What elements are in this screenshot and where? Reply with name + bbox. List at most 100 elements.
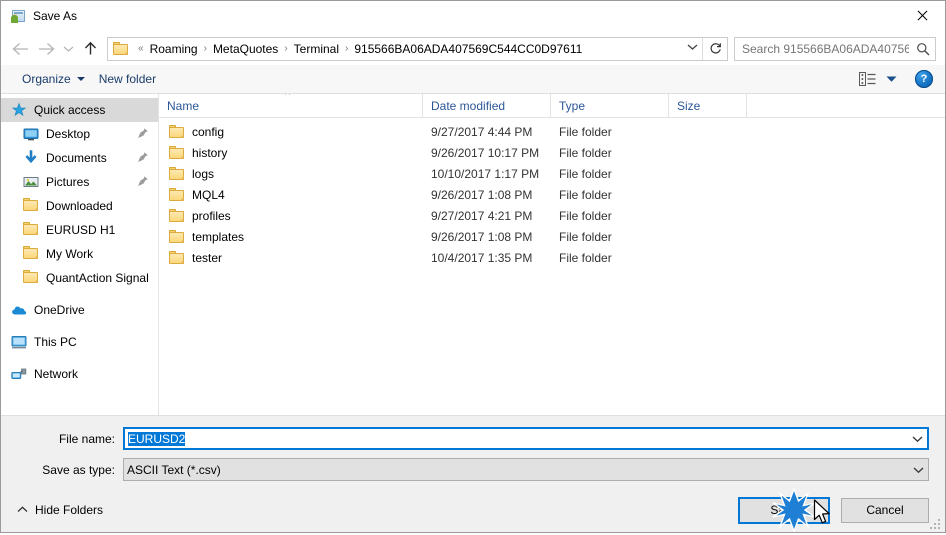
column-label: Type bbox=[559, 98, 586, 113]
file-name: logs bbox=[192, 166, 215, 181]
save-as-type-combobox[interactable]: ASCII Text (*.csv) bbox=[123, 458, 929, 481]
sidebar-item-this-pc[interactable]: This PC bbox=[1, 330, 158, 354]
folder-icon bbox=[23, 270, 39, 286]
desktop-icon bbox=[23, 126, 39, 142]
folder-icon bbox=[169, 230, 185, 243]
folder-icon bbox=[169, 209, 185, 222]
table-row[interactable]: config 9/27/2017 4:44 PM File folder bbox=[159, 121, 945, 142]
sidebar-item-label: QuantAction Signal bbox=[46, 271, 149, 285]
cell-type: File folder bbox=[559, 250, 612, 265]
search-icon bbox=[911, 42, 935, 56]
file-name: config bbox=[192, 124, 225, 139]
command-toolbar: Organize New folder ? bbox=[1, 65, 945, 94]
view-dropdown-button[interactable] bbox=[882, 72, 901, 86]
breadcrumb-overflow-indicator[interactable]: « bbox=[134, 43, 148, 54]
chevron-down-icon bbox=[76, 77, 85, 81]
organize-label: Organize bbox=[22, 72, 71, 86]
sidebar-item-pictures[interactable]: Pictures bbox=[1, 170, 158, 194]
column-header-name[interactable]: ^ Name bbox=[159, 94, 423, 117]
new-folder-button[interactable]: New folder bbox=[92, 68, 163, 90]
file-name-dropdown-button[interactable] bbox=[907, 435, 927, 443]
sidebar-item-documents[interactable]: Documents bbox=[1, 146, 158, 170]
table-row[interactable]: tester 10/4/2017 1:35 PM File folder bbox=[159, 247, 945, 268]
resize-grip-icon[interactable] bbox=[930, 517, 942, 529]
sidebar-item-network[interactable]: Network bbox=[1, 362, 158, 386]
chevron-down-icon bbox=[913, 466, 923, 473]
this-pc-monitor-icon bbox=[11, 334, 27, 350]
pin-icon[interactable] bbox=[137, 175, 149, 187]
breadcrumb-separator: › bbox=[284, 43, 288, 54]
table-row[interactable]: templates 9/26/2017 1:08 PM File folder bbox=[159, 226, 945, 247]
breadcrumb: « Roaming › MetaQuotes › Terminal › 9155… bbox=[134, 42, 682, 56]
sidebar-item-onedrive[interactable]: OneDrive bbox=[1, 298, 158, 322]
sidebar-item-label: Downloaded bbox=[46, 199, 113, 213]
sidebar-item-quantaction-signal[interactable]: QuantAction Signal bbox=[1, 266, 158, 290]
hide-folders-button[interactable]: Hide Folders bbox=[13, 500, 107, 520]
save-button[interactable]: Save bbox=[738, 496, 830, 524]
cell-date-modified: 9/26/2017 1:08 PM bbox=[431, 229, 533, 244]
sidebar-item-desktop[interactable]: Desktop bbox=[1, 122, 158, 146]
dialog-body: Quick access Desktop Documents Pictures … bbox=[1, 94, 945, 415]
back-arrow-icon bbox=[12, 42, 28, 55]
address-dropdown-button[interactable] bbox=[682, 43, 702, 54]
recent-locations-button[interactable] bbox=[59, 37, 77, 61]
dialog-footer: Hide Folders Save Cancel bbox=[1, 488, 945, 532]
table-row[interactable]: logs 10/10/2017 1:17 PM File folder bbox=[159, 163, 945, 184]
breadcrumb-separator: › bbox=[345, 43, 349, 54]
folder-icon bbox=[23, 198, 39, 214]
sidebar-item-label: Documents bbox=[46, 151, 107, 165]
file-name: tester bbox=[192, 250, 223, 265]
column-header-row: ^ Name Date modified Type Size bbox=[159, 94, 945, 118]
cell-type: File folder bbox=[559, 187, 612, 202]
save-form: File name: EURUSD2 Save as type: ASCII T… bbox=[1, 415, 945, 488]
file-name: MQL4 bbox=[192, 187, 225, 202]
sidebar-item-my-work[interactable]: My Work bbox=[1, 242, 158, 266]
table-row[interactable]: profiles 9/27/2017 4:21 PM File folder bbox=[159, 205, 945, 226]
cell-date-modified: 9/27/2017 4:21 PM bbox=[431, 208, 533, 223]
column-header-size[interactable]: Size bbox=[669, 94, 747, 117]
change-view-button[interactable] bbox=[855, 69, 880, 89]
sidebar-item-label: Pictures bbox=[46, 175, 90, 189]
column-header-date-modified[interactable]: Date modified bbox=[423, 94, 551, 117]
close-button[interactable] bbox=[899, 1, 945, 31]
refresh-button[interactable] bbox=[702, 37, 727, 60]
cell-type: File folder bbox=[559, 124, 612, 139]
organize-button[interactable]: Organize bbox=[15, 68, 92, 90]
navigation-sidebar: Quick access Desktop Documents Pictures … bbox=[1, 94, 159, 415]
search-input[interactable] bbox=[735, 40, 911, 57]
sidebar-item-quick-access[interactable]: Quick access bbox=[1, 98, 158, 122]
pin-icon[interactable] bbox=[137, 127, 149, 139]
toolbar-right-group: ? bbox=[855, 69, 937, 89]
file-name-input[interactable]: EURUSD2 bbox=[125, 431, 907, 446]
sidebar-item-eurusd-h1[interactable]: EURUSD H1 bbox=[1, 218, 158, 242]
network-icon bbox=[11, 366, 27, 382]
close-icon bbox=[916, 10, 928, 22]
breadcrumb-item-metaquotes[interactable]: MetaQuotes bbox=[211, 42, 280, 56]
cell-name: history bbox=[159, 146, 423, 160]
up-button[interactable] bbox=[77, 37, 103, 61]
breadcrumb-item-terminal[interactable]: Terminal bbox=[292, 42, 341, 56]
table-row[interactable]: MQL4 9/26/2017 1:08 PM File folder bbox=[159, 184, 945, 205]
pin-icon[interactable] bbox=[137, 151, 149, 163]
table-row[interactable]: history 9/26/2017 10:17 PM File folder bbox=[159, 142, 945, 163]
breadcrumb-item-instance-id[interactable]: 915566BA06ADA407569C544CC0D97611 bbox=[352, 42, 584, 56]
cell-date-modified: 9/27/2017 4:44 PM bbox=[431, 124, 533, 139]
address-bar[interactable]: « Roaming › MetaQuotes › Terminal › 9155… bbox=[107, 36, 728, 61]
refresh-icon bbox=[710, 43, 721, 54]
cancel-button[interactable]: Cancel bbox=[841, 497, 929, 523]
folder-icon bbox=[169, 146, 185, 159]
file-name-combobox[interactable]: EURUSD2 bbox=[123, 427, 929, 450]
sidebar-item-downloaded[interactable]: Downloaded bbox=[1, 194, 158, 218]
save-as-type-dropdown-button[interactable] bbox=[908, 466, 928, 474]
search-box[interactable] bbox=[734, 36, 936, 61]
folder-icon bbox=[169, 188, 185, 201]
breadcrumb-item-roaming[interactable]: Roaming bbox=[148, 42, 200, 56]
save-as-dialog: Save As « Roaming › MetaQuotes › Termina… bbox=[0, 0, 946, 533]
back-button[interactable] bbox=[7, 37, 33, 61]
help-button[interactable]: ? bbox=[915, 70, 933, 88]
file-name: profiles bbox=[192, 208, 231, 223]
forward-button[interactable] bbox=[33, 37, 59, 61]
column-header-type[interactable]: Type bbox=[551, 94, 669, 117]
save-label: Save bbox=[770, 503, 798, 517]
